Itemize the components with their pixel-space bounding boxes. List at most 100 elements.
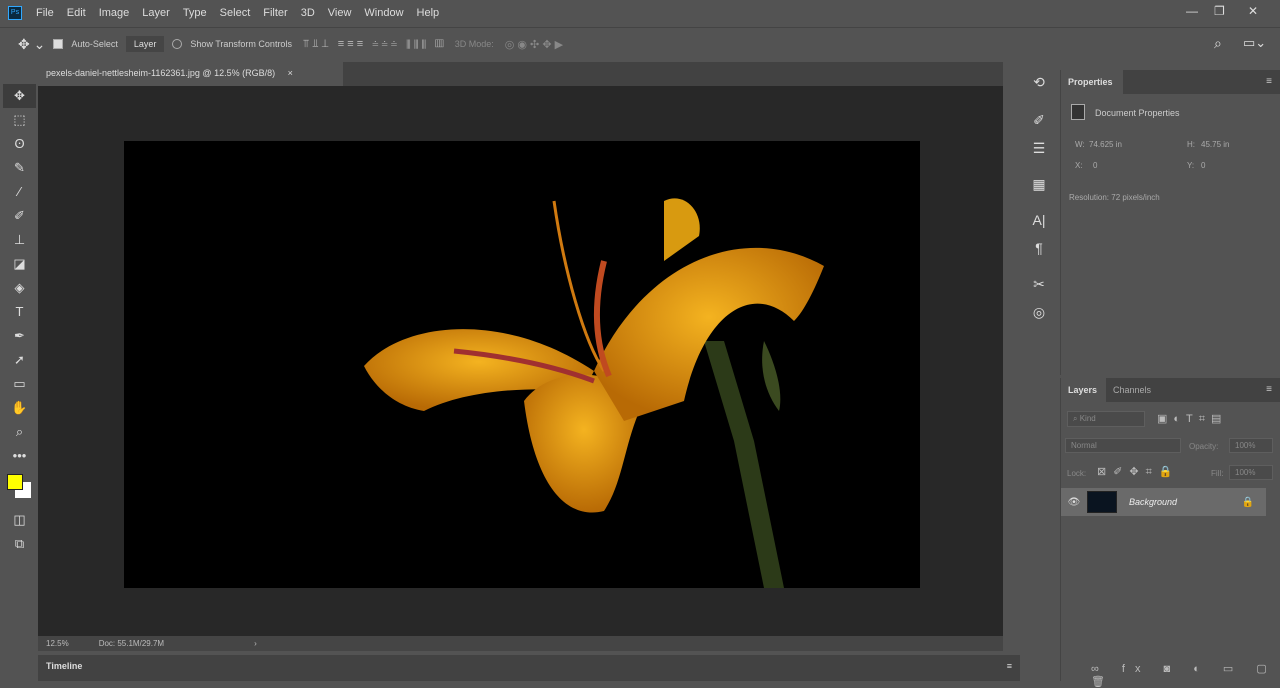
- auto-select-checkbox[interactable]: [53, 39, 64, 49]
- fill-input[interactable]: 100%: [1229, 465, 1273, 480]
- x-value[interactable]: 0: [1093, 161, 1097, 170]
- path-select-tool-icon[interactable]: ➚: [3, 348, 36, 372]
- channels-tab[interactable]: Channels: [1113, 385, 1151, 395]
- menu-3d[interactable]: 3D: [301, 7, 315, 19]
- zoom-level[interactable]: 12.5%: [46, 639, 69, 648]
- visibility-eye-icon[interactable]: 👁: [1061, 497, 1087, 508]
- status-arrow-icon[interactable]: ›: [254, 639, 257, 648]
- libraries-icon[interactable]: ▦: [1022, 170, 1056, 198]
- layer-name[interactable]: Background: [1129, 497, 1177, 507]
- eraser-tool-icon[interactable]: ◪: [3, 252, 36, 276]
- character-icon[interactable]: A|: [1022, 206, 1056, 234]
- type-tool-icon[interactable]: T: [3, 300, 36, 324]
- properties-menu-icon[interactable]: ≡: [1266, 76, 1272, 87]
- layers-tab[interactable]: Layers: [1061, 378, 1106, 402]
- screen-mode-icon[interactable]: ⧉: [3, 532, 36, 556]
- history-icon[interactable]: ⟲: [1022, 68, 1056, 96]
- layer-filter-kind[interactable]: ⌕ Kind: [1067, 411, 1145, 427]
- document-canvas-image[interactable]: [124, 141, 920, 588]
- lock-icons[interactable]: ⊠✐✥⌗🔒: [1097, 465, 1180, 479]
- kind-label: Kind: [1079, 414, 1096, 423]
- pen-tool-icon[interactable]: ✒: [3, 324, 36, 348]
- timeline-tab[interactable]: Timeline: [46, 661, 82, 671]
- lock-icon: 🔒: [1241, 496, 1254, 508]
- zoom-tool-icon[interactable]: ⌕: [3, 420, 36, 444]
- document-icon: [1071, 104, 1085, 120]
- menu-edit[interactable]: Edit: [67, 7, 86, 19]
- height-value[interactable]: 45.75 in: [1201, 140, 1229, 149]
- fill-label: Fill:: [1211, 469, 1224, 478]
- 3d-icon[interactable]: ◎: [1022, 298, 1056, 326]
- workspace-icon[interactable]: ▭⌄: [1243, 35, 1266, 51]
- opacity-input[interactable]: 100%: [1229, 438, 1273, 453]
- timeline-menu-icon[interactable]: ≡: [1007, 661, 1012, 671]
- menu-view[interactable]: View: [328, 7, 352, 19]
- resolution-text: Resolution: 72 pixels/inch: [1069, 193, 1160, 202]
- more-tools-icon[interactable]: •••: [3, 444, 36, 468]
- menu-bar: Ps File Edit Image Layer Type Select Fil…: [0, 0, 1280, 25]
- menu-layer[interactable]: Layer: [142, 7, 170, 19]
- panel-icon-column: ⟲ ✐ ☰ ▦ A| ¶ ✂ ◎: [1022, 68, 1056, 358]
- rectangle-tool-icon[interactable]: ▭: [3, 372, 36, 396]
- paragraph-icon[interactable]: ¶: [1022, 234, 1056, 262]
- height-label: H:: [1187, 140, 1195, 149]
- layers-panel: Layers Channels ≡ ⌕ Kind ▣◐T⌗▤ Normal Op…: [1060, 378, 1280, 688]
- target-select[interactable]: Layer: [125, 36, 165, 52]
- adjustments-icon[interactable]: ☰: [1022, 134, 1056, 162]
- quick-mask-icon[interactable]: ◫: [3, 508, 36, 532]
- properties-title: Document Properties: [1095, 108, 1180, 118]
- quick-select-tool-icon[interactable]: ✎: [3, 156, 36, 180]
- document-tab-title: pexels-daniel-nettlesheim-1162361.jpg @ …: [46, 68, 276, 78]
- properties-tab[interactable]: Properties: [1061, 70, 1123, 94]
- stamp-tool-icon[interactable]: ⊥: [3, 228, 36, 252]
- menu-select[interactable]: Select: [220, 7, 251, 19]
- close-tab-icon[interactable]: ×: [288, 68, 293, 78]
- menu-image[interactable]: Image: [99, 7, 130, 19]
- menu-file[interactable]: File: [36, 7, 54, 19]
- width-label: W:: [1075, 140, 1085, 149]
- tools-panel: ✥ ⬚ ʘ ✎ ⁄ ✐ ⊥ ◪ ◈ T ✒ ➚ ▭ ✋ ⌕ ••• ◫ ⧉: [3, 84, 36, 584]
- restore-icon[interactable]: ❐: [1214, 4, 1225, 18]
- layer-footer-icons[interactable]: ∞ fx ◙ ◐ ▭ ▢ 🗑: [1091, 662, 1280, 688]
- lily-flower-photo: [364, 198, 824, 588]
- x-label: X:: [1075, 161, 1083, 170]
- 3d-mode-label: 3D Mode:: [454, 39, 494, 49]
- brush-settings-icon[interactable]: ✐: [1022, 106, 1056, 134]
- menu-window[interactable]: Window: [364, 7, 403, 19]
- lock-label: Lock:: [1067, 469, 1087, 478]
- y-label: Y:: [1187, 161, 1195, 170]
- hand-tool-icon[interactable]: ✋: [3, 396, 36, 420]
- move-tool-icon[interactable]: ✥ ⌄: [18, 36, 45, 53]
- show-transform-checkbox[interactable]: [172, 39, 183, 49]
- timeline-panel: Timeline ≡: [38, 655, 1020, 681]
- search-icon[interactable]: ⌕: [1214, 35, 1222, 52]
- lasso-tool-icon[interactable]: ʘ: [3, 132, 36, 156]
- width-value[interactable]: 74.625 in: [1089, 140, 1122, 149]
- menu-help[interactable]: Help: [417, 7, 440, 19]
- document-tab-bar: pexels-daniel-nettlesheim-1162361.jpg @ …: [38, 62, 1003, 86]
- doc-size[interactable]: Doc: 55.1M/29.7M: [99, 639, 164, 648]
- filter-icons[interactable]: ▣◐T⌗▤: [1157, 412, 1227, 426]
- brush-tool-icon[interactable]: ✐: [3, 204, 36, 228]
- menu-type[interactable]: Type: [183, 7, 207, 19]
- menu-filter[interactable]: Filter: [263, 7, 287, 19]
- tools-icon[interactable]: ✂: [1022, 270, 1056, 298]
- 3d-tools-icons[interactable]: ◎ ◉ ✣ ✥ ▶: [505, 38, 563, 51]
- layers-menu-icon[interactable]: ≡: [1266, 384, 1272, 395]
- eyedropper-tool-icon[interactable]: ⁄: [3, 180, 36, 204]
- move-tool-icon[interactable]: ✥: [3, 84, 36, 108]
- y-value[interactable]: 0: [1201, 161, 1205, 170]
- options-bar: ✥ ⌄ Auto-Select Layer Show Transform Con…: [0, 27, 1280, 60]
- close-icon[interactable]: ✕: [1248, 4, 1258, 18]
- properties-panel: Properties ≡ Document Properties W: 74.6…: [1060, 70, 1280, 375]
- auto-select-label: Auto-Select: [71, 39, 118, 49]
- minimize-icon[interactable]: —: [1186, 4, 1198, 18]
- paint-bucket-tool-icon[interactable]: ◈: [3, 276, 36, 300]
- foreground-color-swatch[interactable]: [7, 474, 23, 490]
- document-tab[interactable]: pexels-daniel-nettlesheim-1162361.jpg @ …: [38, 62, 343, 86]
- blend-mode-select[interactable]: Normal: [1065, 438, 1181, 453]
- layer-row[interactable]: 👁 Background 🔒: [1061, 488, 1266, 516]
- layer-thumbnail: [1087, 491, 1117, 513]
- marquee-tool-icon[interactable]: ⬚: [3, 108, 36, 132]
- align-icons[interactable]: ⫪ ⫫ ⊥ ≡ ≡ ≡ ≐ ≐ ≐ ⫴ ⫴ ⫴ ▥: [303, 38, 444, 51]
